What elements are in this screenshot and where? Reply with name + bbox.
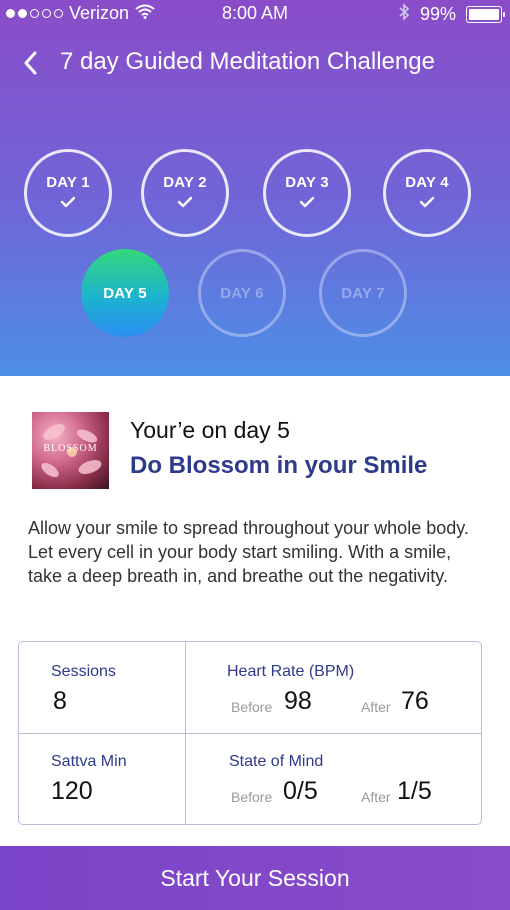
session-title: Do Blossom in your Smile: [130, 452, 428, 479]
start-session-button[interactable]: Start Your Session: [0, 846, 510, 910]
day-label: DAY 4: [405, 173, 449, 191]
chevron-left-icon: [24, 51, 37, 75]
sattva-label: Sattva Min: [51, 753, 127, 770]
battery-percent: 99%: [419, 4, 456, 24]
day-label: DAY 7: [341, 284, 385, 302]
heart-rate-before-label: Before: [231, 699, 273, 715]
day-1-button[interactable]: DAY 1: [24, 149, 112, 237]
checkmark-icon: [60, 195, 76, 213]
state-of-mind-before-label: Before: [231, 789, 273, 805]
day-3-button[interactable]: DAY 3: [263, 149, 351, 237]
day-6-button[interactable]: DAY 6: [198, 249, 286, 337]
day-label: DAY 5: [103, 284, 147, 302]
back-button[interactable]: [18, 48, 44, 78]
heart-rate-after-value: 76: [401, 687, 429, 715]
day-4-button[interactable]: DAY 4: [383, 149, 471, 237]
checkmark-icon: [177, 195, 193, 213]
checkmark-icon: [299, 195, 315, 213]
heart-rate-before-value: 98: [284, 687, 312, 715]
day-progress-text: Your’e on day 5: [130, 417, 290, 443]
page-title: 7 day Guided Meditation Challenge: [60, 48, 435, 75]
divider: [19, 733, 481, 734]
day-5-button[interactable]: DAY 5: [81, 249, 169, 337]
bluetooth-icon: [398, 3, 410, 26]
checkmark-icon: [419, 195, 435, 213]
day-label: DAY 3: [285, 173, 329, 191]
thumbnail-caption: BLOSSOM: [43, 443, 98, 454]
day-label: DAY 1: [46, 173, 90, 191]
heart-rate-after-label: After: [361, 699, 391, 715]
session-description: Allow your smile to spread throughout yo…: [28, 518, 469, 586]
state-of-mind-after-label: After: [361, 789, 391, 805]
heart-rate-label: Heart Rate (BPM): [227, 663, 355, 680]
status-bar: Verizon 8:00 AM 99%: [0, 0, 510, 26]
header-hero: Verizon 8:00 AM 99% 7 day Guided Meditat…: [0, 0, 510, 376]
sattva-value: 120: [51, 777, 93, 805]
battery-icon: [466, 6, 505, 23]
sessions-value: 8: [53, 687, 67, 715]
state-of-mind-before-value: 0/5: [283, 777, 318, 805]
stats-table: Sessions 8 Heart Rate (BPM) Before 98 Af…: [18, 641, 482, 825]
day-label: DAY 6: [220, 284, 264, 302]
day-7-button[interactable]: DAY 7: [319, 249, 407, 337]
state-of-mind-after-value: 1/5: [397, 777, 432, 805]
day-2-button[interactable]: DAY 2: [141, 149, 229, 237]
state-of-mind-label: State of Mind: [229, 753, 324, 770]
day-label: DAY 2: [163, 173, 207, 191]
sessions-label: Sessions: [51, 663, 116, 680]
